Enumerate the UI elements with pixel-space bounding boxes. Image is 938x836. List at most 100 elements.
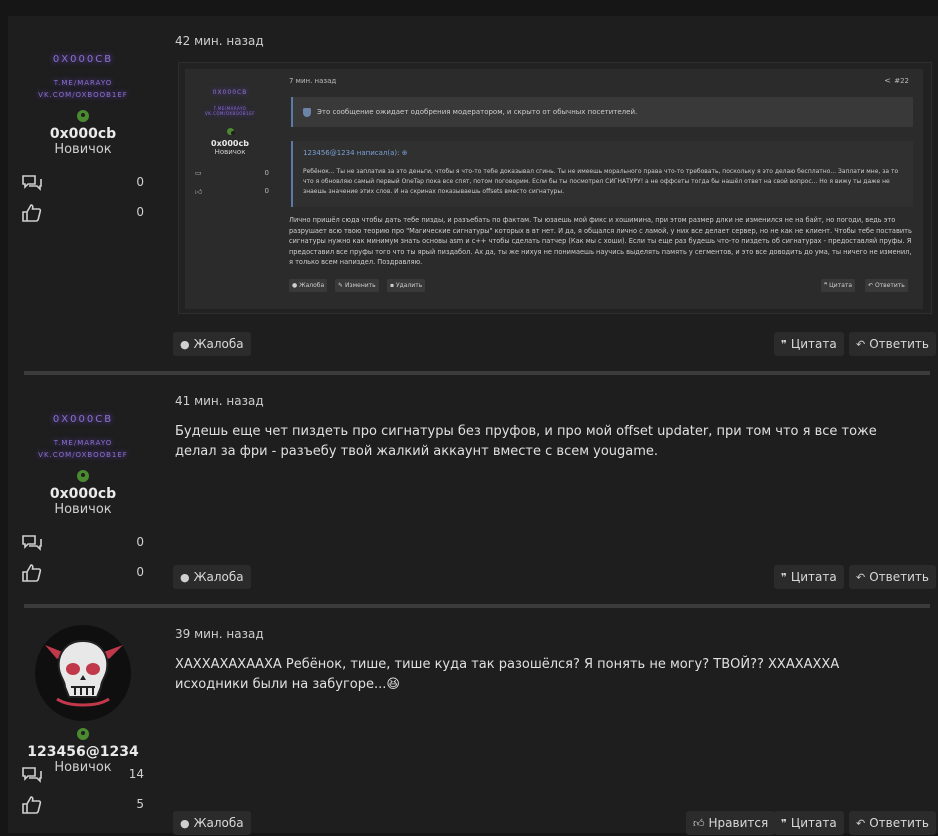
embedded-quote-button: ❞ Цитата — [821, 279, 856, 292]
post-timestamp[interactable]: 41 мин. назад — [175, 394, 264, 408]
post-message-text: ХАХХАХАХААХА Ребёнок, тише, тише куда та… — [175, 657, 840, 692]
post-timestamp[interactable]: 42 мин. назад — [175, 34, 264, 48]
quote-icon: ❞ — [781, 817, 787, 830]
like-label: Нравится — [708, 816, 769, 830]
embedded-message-body: Лично пришёл сюда чтобы дать тебе пизды,… — [289, 216, 912, 266]
messages-count: 14 — [128, 767, 144, 781]
embedded-edit-label: Изменить — [344, 282, 376, 289]
messages-count: 0 — [136, 535, 144, 549]
reactions-count: 5 — [136, 797, 144, 811]
skull-logo-icon — [45, 639, 123, 707]
messages-icon — [22, 767, 42, 783]
user-reactions-stat: 5 — [22, 796, 144, 814]
embedded-report-button: ● Жалоба — [289, 279, 328, 292]
embedded-screenshot[interactable]: 0X000CB T.ME/MARAYO VK.COM/OXBOOB1EF 0x0… — [178, 62, 932, 314]
reply-label: Ответить — [869, 337, 929, 351]
moderation-notice-text: Это сообщение ожидает одобрения модерато… — [317, 108, 638, 116]
online-status-icon — [77, 110, 89, 122]
quote-label: Цитата — [790, 337, 837, 351]
embedded-timestamp: 7 мин. назад — [289, 77, 337, 85]
quote-button[interactable]: ❞ Цитата — [774, 332, 844, 356]
embedded-edit-button: ✎ Изменить — [335, 279, 379, 292]
reply-icon: ↶ — [856, 571, 866, 584]
reply-icon: ↶ — [856, 817, 866, 830]
user-banner-line: VK.COM/OXBOOB1EF — [38, 91, 128, 99]
user-panel: 123456@1234 Новичок — [8, 625, 158, 775]
share-icon: < — [884, 76, 891, 85]
user-role: Новичок — [54, 142, 112, 157]
report-label: Жалоба — [193, 816, 244, 830]
report-label: Жалоба — [193, 337, 244, 351]
user-banner-line: 0X000CB — [52, 414, 114, 425]
report-icon: ● — [180, 338, 190, 351]
user-role: Новичок — [214, 148, 246, 156]
embedded-post: 0X000CB T.ME/MARAYO VK.COM/OXBOOB1EF 0x0… — [185, 69, 923, 309]
messages-icon — [22, 175, 42, 191]
shield-icon — [303, 107, 311, 117]
user-reactions-stat: 0 — [22, 204, 144, 222]
quote-button[interactable]: ❞ Цитата — [774, 811, 844, 835]
quote-icon: ❞ — [781, 338, 787, 351]
embedded-reactions-stat: 👍︎ 0 — [195, 187, 269, 196]
quote-text: Ребёнок... Ты не заплатив за это деньги,… — [303, 168, 899, 195]
post-timestamp[interactable]: 39 мин. назад — [175, 627, 264, 641]
reply-label: Ответить — [869, 570, 929, 584]
user-messages-stat: 0 — [22, 534, 144, 552]
reply-icon: ↶ — [856, 338, 866, 351]
user-banner-line: VK.COM/OXBOOB1EF — [38, 451, 128, 459]
laughing-emoji-icon: 😆 — [386, 677, 400, 692]
username[interactable]: 0x000cb — [8, 486, 158, 502]
user-panel: 0X000CB T.ME/MARAYO VK.COM/OXBOOB1EF 0x0… — [8, 414, 158, 517]
embedded-quote-label: Цитата — [829, 282, 853, 289]
reply-button[interactable]: ↶ Ответить — [849, 811, 936, 835]
user-banner-line: T.ME/MARAYO — [53, 439, 113, 447]
quote-author: 123456@1234 написал(а): ⊕ — [303, 149, 408, 157]
embedded-delete-button: ▪ Удалить — [387, 279, 426, 292]
report-button[interactable]: ● Жалоба — [173, 565, 251, 589]
embedded-messages-stat: ▭ 0 — [195, 169, 269, 177]
post: 123456@1234 Новичок 14 5 39 мин. назад Х… — [8, 609, 938, 835]
post-divider — [24, 604, 930, 608]
user-reactions-stat: 0 — [22, 564, 144, 582]
user-panel: 0X000CB T.ME/MARAYO VK.COM/OXBOOB1EF 0x0… — [8, 54, 158, 157]
post-message: ХАХХАХАХААХА Ребёнок, тише, тише куда та… — [175, 655, 905, 695]
report-icon: ● — [180, 817, 190, 830]
avatar[interactable] — [35, 625, 131, 721]
quote-label: Цитата — [790, 570, 837, 584]
user-banner-line: T.ME/MARAYO — [53, 79, 113, 87]
user-role: Новичок — [54, 502, 112, 517]
report-icon: ● — [180, 571, 190, 584]
thumbs-up-icon — [22, 564, 42, 582]
quote-button[interactable]: ❞ Цитата — [774, 565, 844, 589]
post-message: Будешь еще чет пиздеть про сигнатуры без… — [175, 424, 877, 459]
messages-count: 0 — [136, 175, 144, 189]
user-banner-line: 0X000CB — [52, 54, 114, 65]
thumbs-up-icon — [22, 204, 42, 222]
reply-button[interactable]: ↶ Ответить — [849, 332, 936, 356]
online-status-icon — [77, 470, 89, 482]
report-button[interactable]: ● Жалоба — [173, 332, 251, 356]
report-label: Жалоба — [193, 570, 244, 584]
embedded-quote: 123456@1234 написал(а): ⊕ Ребёнок... Ты … — [291, 141, 913, 207]
post-number: #22 — [894, 77, 909, 85]
like-button[interactable]: 👍︎ Нравится — [686, 811, 776, 835]
username[interactable]: 0x000cb — [8, 126, 158, 142]
messages-icon: ▭ — [195, 169, 202, 177]
reactions-count: 0 — [136, 565, 144, 579]
thumbs-up-icon: 👍︎ — [195, 188, 203, 196]
reply-button[interactable]: ↶ Ответить — [849, 565, 936, 589]
quote-icon: ❞ — [781, 571, 787, 584]
username: 0x000cb — [211, 139, 249, 148]
user-messages-stat: 0 — [22, 174, 144, 192]
embedded-reply-label: Ответить — [874, 282, 905, 289]
reactions-count: 0 — [264, 187, 269, 195]
report-button[interactable]: ● Жалоба — [173, 811, 251, 835]
moderation-notice: Это сообщение ожидает одобрения модерато… — [291, 97, 913, 127]
embedded-user-panel: 0X000CB T.ME/MARAYO VK.COM/OXBOOB1EF 0x0… — [185, 89, 275, 156]
thread-container: 0X000CB T.ME/MARAYO VK.COM/OXBOOB1EF 0x0… — [8, 16, 938, 835]
messages-icon — [22, 535, 42, 551]
reactions-count: 0 — [136, 205, 144, 219]
user-banner-line: 0X000CB — [212, 89, 248, 96]
username[interactable]: 123456@1234 — [8, 744, 158, 760]
thumbs-up-icon: 👍︎ — [693, 817, 705, 830]
